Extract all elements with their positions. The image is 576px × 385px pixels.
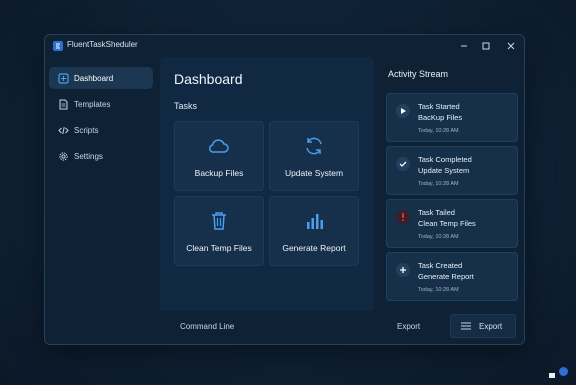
activity-status: Task Tailed — [418, 208, 455, 217]
task-tile-label: Update System — [284, 168, 344, 178]
play-icon — [396, 104, 410, 118]
command-line-input[interactable]: Command Line — [180, 322, 234, 331]
tasks-heading: Tasks — [174, 101, 198, 111]
app-tray-icon[interactable] — [559, 367, 568, 376]
activity-stream-title: Activity Stream — [388, 69, 449, 79]
task-tile-generate-report[interactable]: Generate Report — [269, 196, 359, 266]
minimize-button[interactable] — [457, 39, 471, 53]
cloud-icon — [208, 139, 229, 153]
activity-item[interactable]: Task Started BacKup Files Today, 10:28 A… — [386, 93, 518, 142]
activity-task: BacKup Files — [418, 113, 463, 122]
dashboard-icon — [58, 73, 69, 84]
export-link[interactable]: Export — [397, 322, 420, 331]
activity-item[interactable]: Task Created Generate Report Today, 10:2… — [386, 252, 518, 301]
sidebar-item-dashboard[interactable]: Dashboard — [49, 67, 153, 89]
maximize-icon — [482, 42, 490, 50]
plus-icon — [396, 263, 410, 277]
export-button-label: Export — [479, 322, 503, 331]
command-bar: Command Line Export Export — [160, 311, 524, 344]
activity-timestamp: Today, 10:28 AM — [418, 234, 459, 240]
activity-timestamp: Today, 10:28 AM — [418, 287, 459, 293]
chat-tray-icon[interactable] — [548, 367, 556, 378]
minimize-icon — [461, 45, 467, 47]
activity-status: Task Started — [418, 102, 460, 111]
trash-icon — [212, 212, 226, 230]
document-icon — [59, 99, 68, 110]
activity-status: Task Created — [418, 261, 463, 270]
activity-item[interactable]: Task Completed Update System Today, 10:2… — [386, 146, 518, 195]
sidebar-item-label: Templates — [74, 100, 111, 109]
bar-chart-icon — [307, 214, 323, 229]
sidebar-item-label: Dashboard — [74, 74, 114, 83]
main-panel: Dashboard Tasks Backup Files Update Syst… — [160, 57, 374, 321]
sidebar-item-settings[interactable]: Settings — [49, 145, 153, 167]
sidebar-item-label: Scripts — [74, 126, 99, 135]
activity-task: Update System — [418, 166, 470, 175]
check-icon — [396, 157, 410, 171]
maximize-button[interactable] — [479, 39, 493, 53]
task-tile-clean-temp-files[interactable]: Clean Temp Files — [174, 196, 264, 266]
activity-stream-panel: Activity Stream Task Started BacKup File… — [382, 57, 524, 325]
error-icon — [396, 210, 410, 224]
task-tile-label: Clean Temp Files — [186, 243, 252, 253]
refresh-icon — [306, 137, 322, 155]
task-tile-backup-files[interactable]: Backup Files — [174, 121, 264, 191]
sidebar-item-templates[interactable]: Templates — [49, 93, 153, 115]
task-tile-label: Generate Report — [282, 243, 346, 253]
page-title: Dashboard — [174, 71, 243, 87]
activity-task: Clean Temp Files — [418, 219, 476, 228]
code-icon — [58, 126, 69, 135]
export-button[interactable]: Export — [450, 314, 516, 338]
close-icon — [507, 42, 515, 50]
app-title: FluentTaskSheduler — [67, 40, 138, 49]
export-icon — [461, 322, 471, 330]
activity-timestamp: Today, 10:28 AM — [418, 128, 459, 134]
sidebar-item-label: Settings — [74, 152, 103, 161]
title-bar: FluentTaskSheduler — [45, 35, 524, 57]
gear-icon — [59, 152, 68, 161]
activity-timestamp: Today, 10:28 AM — [418, 181, 459, 187]
close-button[interactable] — [504, 39, 518, 53]
app-logo-icon — [53, 41, 63, 51]
app-window: FluentTaskSheduler Dashboard Templates S… — [44, 34, 525, 345]
sidebar-item-scripts[interactable]: Scripts — [49, 119, 153, 141]
activity-item[interactable]: Task Tailed Clean Temp Files Today, 10:2… — [386, 199, 518, 248]
task-tile-update-system[interactable]: Update System — [269, 121, 359, 191]
activity-task: Generate Report — [418, 272, 474, 281]
activity-status: Task Completed — [418, 155, 472, 164]
task-tile-label: Backup Files — [194, 168, 244, 178]
